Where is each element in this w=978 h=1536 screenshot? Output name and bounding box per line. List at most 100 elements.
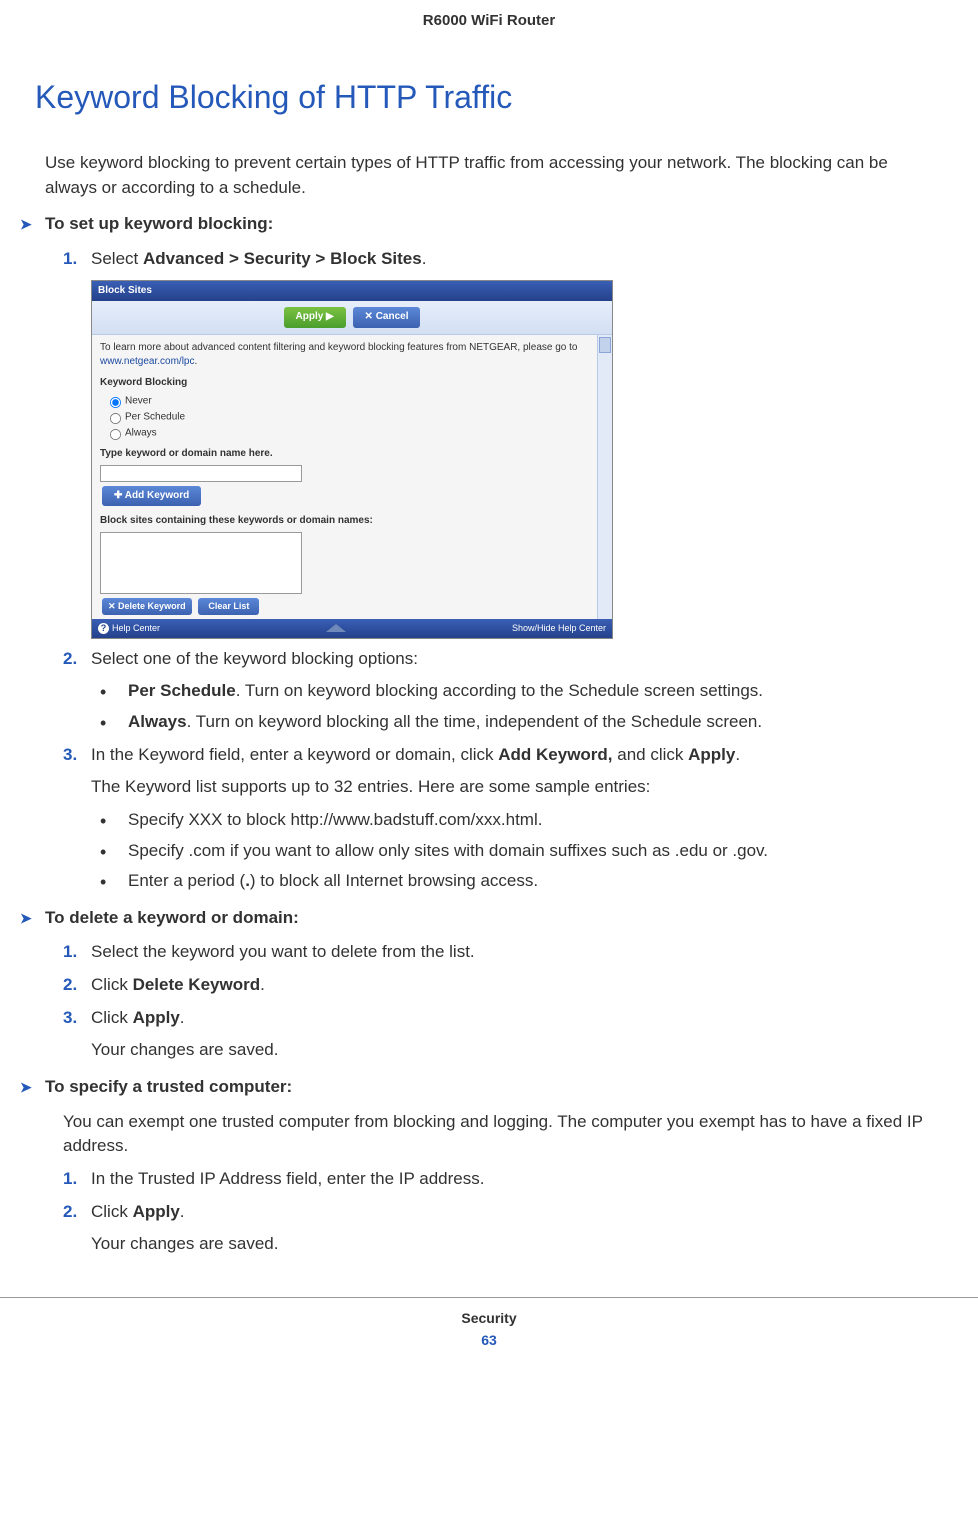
step-text: Click xyxy=(91,1008,133,1027)
ss-footer: ?Help Center Show/Hide Help Center xyxy=(92,619,612,638)
footer-triangle-icon xyxy=(326,624,346,632)
step-bold: Add Keyword, xyxy=(498,745,612,764)
radio-always[interactable]: Always xyxy=(104,425,586,441)
ss-info-a: To learn more about advanced content fil… xyxy=(100,342,577,353)
bullet-always: • Always. Turn on keyword blocking all t… xyxy=(100,710,933,735)
bullet-text: ) to block all Internet browsing access. xyxy=(250,871,538,890)
proc-heading-text: To set up keyword blocking: xyxy=(45,214,273,233)
delete-keyword-button[interactable]: ✕ Delete Keyword xyxy=(102,598,192,615)
step-1: 1. Select Advanced > Security > Block Si… xyxy=(63,247,933,272)
keyword-listbox[interactable] xyxy=(100,532,302,594)
step-text: In the Keyword field, enter a keyword or… xyxy=(91,745,498,764)
proc-heading-text: To delete a keyword or domain: xyxy=(45,908,299,927)
proc-heading-delete: ➤ To delete a keyword or domain: xyxy=(20,906,933,931)
radio-always-label: Always xyxy=(125,428,157,439)
step-number: 2. xyxy=(63,647,77,672)
main-heading: Keyword Blocking of HTTP Traffic xyxy=(0,59,978,136)
step-text: Select the keyword you want to delete fr… xyxy=(91,942,475,961)
radio-always-input[interactable] xyxy=(110,429,121,440)
bullet-icon: • xyxy=(100,808,106,834)
cancel-button[interactable]: ✕ Cancel xyxy=(353,307,421,328)
chevron-icon: ➤ xyxy=(20,214,32,234)
step-2: 2. Click Delete Keyword. xyxy=(63,973,933,998)
ss-type-label: Type keyword or domain name here. xyxy=(100,447,586,462)
step-1: 1. In the Trusted IP Address field, ente… xyxy=(63,1167,933,1192)
step-number: 2. xyxy=(63,1200,77,1225)
page-footer: Security 63 xyxy=(0,1297,978,1348)
ss-kb-label: Keyword Blocking xyxy=(100,376,586,391)
ss-button-bar: Apply ▶ ✕ Cancel xyxy=(92,301,612,335)
ss-info-text: To learn more about advanced content fil… xyxy=(100,341,586,370)
radio-never[interactable]: Never xyxy=(104,393,586,409)
ss-info-b: . xyxy=(195,356,198,367)
step-bold: Delete Keyword xyxy=(133,975,261,994)
step-1: 1. Select the keyword you want to delete… xyxy=(63,940,933,965)
bullet-per-schedule: • Per Schedule. Turn on keyword blocking… xyxy=(100,679,933,704)
ss-info-link[interactable]: www.netgear.com/lpc xyxy=(100,356,195,367)
step-bold: Apply xyxy=(133,1008,180,1027)
page-header: R6000 WiFi Router xyxy=(0,0,978,59)
scrollbar[interactable] xyxy=(597,335,612,619)
chevron-icon: ➤ xyxy=(20,908,32,928)
scroll-thumb[interactable] xyxy=(599,337,611,353)
bullet-label: Always xyxy=(128,712,187,731)
step-text: In the Trusted IP Address field, enter t… xyxy=(91,1169,484,1188)
step-text: Select xyxy=(91,249,143,268)
step-text: . xyxy=(180,1202,185,1221)
proc3-intro: You can exempt one trusted computer from… xyxy=(63,1110,933,1159)
step-bold: Apply xyxy=(133,1202,180,1221)
step-post: . xyxy=(422,249,427,268)
ss-window-title: Block Sites xyxy=(92,281,612,302)
step-3: 3. In the Keyword field, enter a keyword… xyxy=(63,743,933,768)
step-text: and click xyxy=(613,745,689,764)
apply-button[interactable]: Apply ▶ xyxy=(284,307,346,328)
bullet-icon: • xyxy=(100,710,106,736)
bullet-icon: • xyxy=(100,869,106,895)
ss-radio-group: Never Per Schedule Always xyxy=(100,393,586,441)
bullet-text: Enter a period ( xyxy=(128,871,245,890)
show-hide-help[interactable]: Show/Hide Help Center xyxy=(512,622,606,635)
bullet-text: . Turn on keyword blocking according to … xyxy=(236,681,763,700)
step-number: 1. xyxy=(63,1167,77,1192)
step-number: 3. xyxy=(63,1006,77,1031)
step-bold: Advanced > Security > Block Sites xyxy=(143,249,422,268)
footer-page-number: 63 xyxy=(0,1332,978,1348)
sample-3: • Enter a period (.) to block all Intern… xyxy=(100,869,933,894)
clear-list-button[interactable]: Clear List xyxy=(198,598,259,615)
step-text: . xyxy=(260,975,265,994)
step-3: 3. Click Apply. xyxy=(63,1006,933,1031)
help-center-label: Help Center xyxy=(112,623,160,633)
proc-heading-trusted: ➤ To specify a trusted computer: xyxy=(20,1075,933,1100)
chevron-icon: ➤ xyxy=(20,1077,32,1097)
bullet-text: . Turn on keyword blocking all the time,… xyxy=(187,712,763,731)
sample-1: • Specify XXX to block http://www.badstu… xyxy=(100,808,933,833)
step-text: . xyxy=(735,745,740,764)
proc-heading-setup: ➤ To set up keyword blocking: xyxy=(20,212,933,237)
help-center[interactable]: ?Help Center xyxy=(98,622,160,635)
step-text: Click xyxy=(91,1202,133,1221)
step-2: 2. Select one of the keyword blocking op… xyxy=(63,647,933,672)
add-keyword-button[interactable]: ✚ Add Keyword xyxy=(102,486,201,507)
step-bold: Apply xyxy=(688,745,735,764)
step-text: Click xyxy=(91,975,133,994)
help-icon: ? xyxy=(98,623,109,634)
radio-per-label: Per Schedule xyxy=(125,412,185,423)
keyword-input[interactable] xyxy=(100,465,302,482)
step-text: Select one of the keyword blocking optio… xyxy=(91,649,418,668)
step-number: 3. xyxy=(63,743,77,768)
intro-text: Use keyword blocking to prevent certain … xyxy=(45,151,933,200)
step-3-sub: Your changes are saved. xyxy=(91,1038,933,1063)
step-2-sub: Your changes are saved. xyxy=(91,1232,933,1257)
bullet-icon: • xyxy=(100,679,106,705)
block-sites-screenshot: Block Sites Apply ▶ ✕ Cancel To learn mo… xyxy=(91,280,613,639)
bullet-text: Specify XXX to block http://www.badstuff… xyxy=(128,810,542,829)
step-number: 1. xyxy=(63,940,77,965)
ss-body: To learn more about advanced content fil… xyxy=(92,335,612,619)
radio-per-input[interactable] xyxy=(110,413,121,424)
step-3-sub: The Keyword list supports up to 32 entri… xyxy=(91,775,933,800)
step-text: . xyxy=(180,1008,185,1027)
radio-never-input[interactable] xyxy=(110,397,121,408)
step-number: 1. xyxy=(63,247,77,272)
bullet-text: Specify .com if you want to allow only s… xyxy=(128,841,768,860)
radio-per[interactable]: Per Schedule xyxy=(104,409,586,425)
